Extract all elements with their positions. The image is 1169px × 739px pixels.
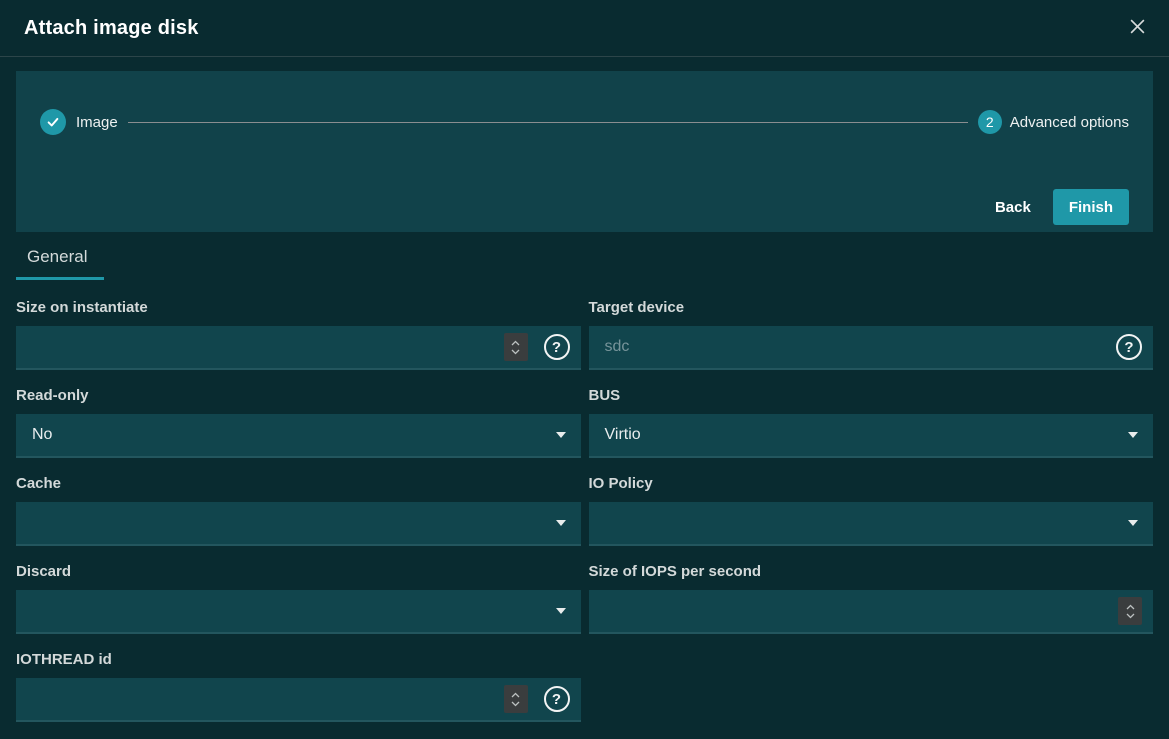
caret-down-icon [556, 432, 566, 438]
wizard-steps: Image 2 Advanced options [40, 109, 1129, 135]
field-io-policy: IO Policy [589, 474, 1154, 546]
check-icon [40, 109, 66, 135]
step-label-advanced-options: Advanced options [1010, 114, 1129, 131]
target-device-input[interactable] [605, 338, 1101, 356]
number-spinner[interactable] [504, 685, 528, 713]
back-button[interactable]: Back [979, 191, 1047, 224]
close-button[interactable] [1123, 14, 1151, 42]
field-bus: BUS Virtio [589, 386, 1154, 458]
number-spinner[interactable] [1118, 597, 1142, 625]
chevron-down-icon [1126, 613, 1135, 619]
read-only-value: No [32, 426, 556, 444]
form-grid: Size on instantiate ? Target device ? [16, 298, 1153, 738]
discard-label: Discard [16, 562, 581, 582]
size-on-instantiate-control: ? [16, 326, 581, 370]
cache-label: Cache [16, 474, 581, 494]
read-only-label: Read-only [16, 386, 581, 406]
field-cache: Cache [16, 474, 581, 546]
size-on-instantiate-input[interactable] [32, 338, 504, 356]
cache-select[interactable] [16, 502, 581, 546]
help-icon[interactable]: ? [1116, 334, 1142, 360]
wizard-step-advanced-options[interactable]: 2 Advanced options [978, 110, 1129, 134]
wizard-footer: Back Finish [979, 189, 1129, 225]
size-of-iops-control [589, 590, 1154, 634]
field-size-of-iops: Size of IOPS per second [589, 562, 1154, 634]
caret-down-icon [556, 520, 566, 526]
wizard-step-image[interactable]: Image [40, 109, 118, 135]
number-spinner[interactable] [504, 333, 528, 361]
chevron-down-icon [511, 701, 520, 707]
field-target-device: Target device ? [589, 298, 1154, 370]
field-iothread-id: IOTHREAD id ? [16, 650, 581, 722]
caret-down-icon [1128, 432, 1138, 438]
step-label-image: Image [76, 114, 118, 131]
wizard-panel: Image 2 Advanced options Back Finish [16, 71, 1153, 232]
field-discard: Discard [16, 562, 581, 634]
help-icon[interactable]: ? [544, 686, 570, 712]
target-device-label: Target device [589, 298, 1154, 318]
tab-bar: General [16, 247, 1153, 280]
chevron-down-icon [511, 349, 520, 355]
discard-select[interactable] [16, 590, 581, 634]
iothread-id-label: IOTHREAD id [16, 650, 581, 670]
bus-label: BUS [589, 386, 1154, 406]
step-connector-line [128, 122, 968, 123]
finish-button[interactable]: Finish [1053, 189, 1129, 225]
close-icon [1129, 18, 1146, 38]
read-only-select[interactable]: No [16, 414, 581, 458]
help-icon[interactable]: ? [544, 334, 570, 360]
caret-down-icon [1128, 520, 1138, 526]
iothread-id-input[interactable] [32, 690, 504, 708]
tab-general[interactable]: General [16, 247, 104, 280]
chevron-up-icon [1126, 604, 1135, 610]
io-policy-select[interactable] [589, 502, 1154, 546]
size-on-instantiate-label: Size on instantiate [16, 298, 581, 318]
chevron-up-icon [511, 340, 520, 346]
page-title: Attach image disk [24, 17, 199, 40]
attach-image-disk-modal: Attach image disk Image 2 Advanced optio… [0, 0, 1169, 738]
target-device-control: ? [589, 326, 1154, 370]
modal-header: Attach image disk [0, 0, 1169, 57]
size-of-iops-input[interactable] [605, 602, 1119, 620]
caret-down-icon [556, 608, 566, 614]
field-read-only: Read-only No [16, 386, 581, 458]
modal-body: Image 2 Advanced options Back Finish Gen… [0, 71, 1169, 738]
chevron-up-icon [511, 692, 520, 698]
io-policy-label: IO Policy [589, 474, 1154, 494]
step-number-badge: 2 [978, 110, 1002, 134]
bus-select[interactable]: Virtio [589, 414, 1154, 458]
field-size-on-instantiate: Size on instantiate ? [16, 298, 581, 370]
bus-value: Virtio [605, 426, 1129, 444]
size-of-iops-label: Size of IOPS per second [589, 562, 1154, 582]
iothread-id-control: ? [16, 678, 581, 722]
